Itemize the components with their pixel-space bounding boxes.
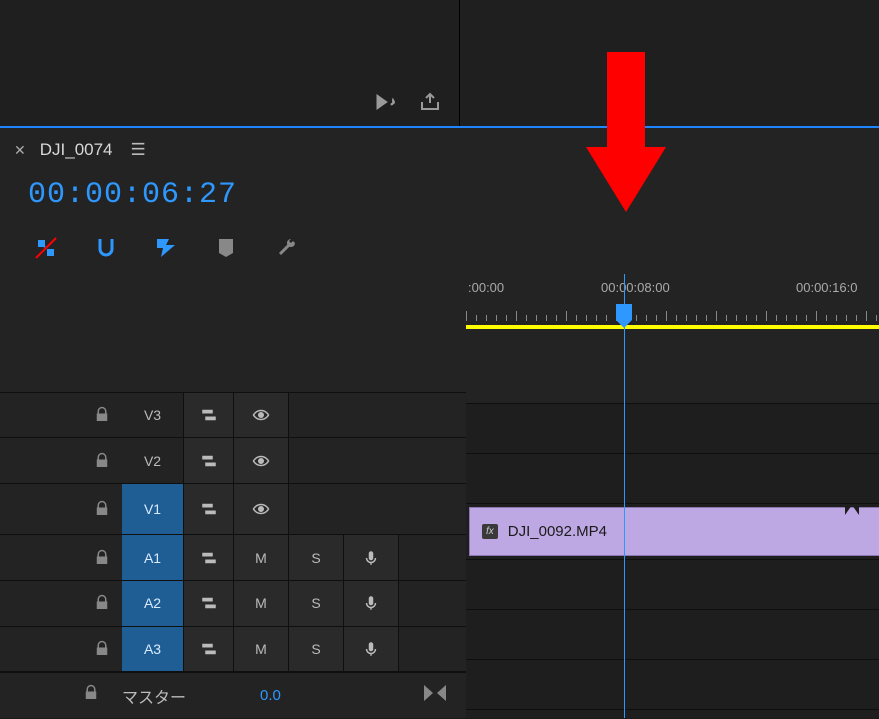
track-a2-lane[interactable] xyxy=(466,610,879,660)
mute-toggle[interactable]: M xyxy=(234,627,289,672)
timeline-header: ✕ DJI_0074 ☰ xyxy=(0,128,879,168)
voiceover-record-icon[interactable] xyxy=(344,627,399,672)
play-pitch-icon[interactable]: ♪ xyxy=(375,92,401,112)
empty-track-space xyxy=(466,331,879,404)
track-output-toggle[interactable] xyxy=(234,438,289,483)
sequence-name[interactable]: DJI_0074 xyxy=(40,140,113,160)
track-v2-lane[interactable] xyxy=(466,454,879,504)
track-header-a2: A2 M S xyxy=(0,581,466,627)
track-header-v3: V3 xyxy=(0,393,466,439)
lock-toggle[interactable] xyxy=(82,581,122,626)
source-patch-toggle[interactable] xyxy=(184,627,234,672)
track-a1-lane[interactable] xyxy=(466,560,879,610)
track-header-v1: V1 xyxy=(0,484,466,535)
track-header-a3: A3 M S xyxy=(0,627,466,673)
lock-toggle[interactable] xyxy=(82,484,122,534)
panel-menu-icon[interactable]: ☰ xyxy=(131,140,146,160)
timecode-area: 00:00:06:27 xyxy=(0,168,879,228)
close-sequence-button[interactable]: ✕ xyxy=(14,142,26,159)
ruler-tick-label: :00:00 xyxy=(468,280,504,295)
solo-toggle[interactable]: S xyxy=(289,535,344,580)
track-headers: V3 V2 V1 xyxy=(0,274,466,718)
svg-text:♪: ♪ xyxy=(390,96,396,108)
master-track-label: マスター xyxy=(122,684,222,708)
track-name[interactable]: A2 xyxy=(122,581,184,626)
lock-toggle[interactable] xyxy=(82,535,122,580)
track-header-a1: A1 M S xyxy=(0,535,466,581)
master-volume-value[interactable]: 0.0 xyxy=(260,687,281,704)
time-ruler[interactable]: :00:00 00:00:08:00 00:00:16:0 xyxy=(466,274,879,331)
lock-toggle[interactable] xyxy=(82,393,122,438)
marker-icon[interactable] xyxy=(214,236,238,260)
lock-toggle[interactable] xyxy=(82,438,122,483)
lock-toggle[interactable] xyxy=(82,684,100,707)
track-a3-lane[interactable] xyxy=(466,660,879,710)
mute-toggle[interactable]: M xyxy=(234,581,289,626)
track-name[interactable]: V1 xyxy=(122,484,184,534)
source-patch-toggle[interactable] xyxy=(184,393,234,438)
lock-toggle[interactable] xyxy=(82,627,122,672)
source-patch-toggle[interactable] xyxy=(184,484,234,534)
fx-badge[interactable]: fx xyxy=(482,524,498,539)
solo-toggle[interactable]: S xyxy=(289,581,344,626)
track-header-v2: V2 xyxy=(0,438,466,484)
snap-icon[interactable] xyxy=(94,236,118,260)
track-master-lane[interactable] xyxy=(466,710,879,718)
source-monitor: ♪ xyxy=(0,0,460,126)
timeline-tools xyxy=(0,228,879,274)
source-patch-toggle[interactable] xyxy=(184,535,234,580)
export-icon[interactable] xyxy=(419,92,441,112)
track-output-toggle[interactable] xyxy=(234,484,289,534)
clip-cut-notch xyxy=(845,508,859,518)
voiceover-record-icon[interactable] xyxy=(344,581,399,626)
solo-toggle[interactable]: S xyxy=(289,627,344,672)
work-area-bar[interactable] xyxy=(466,325,879,329)
track-name[interactable]: V3 xyxy=(122,393,184,438)
nest-sequence-icon[interactable] xyxy=(34,236,58,260)
track-v1-lane[interactable]: fx DJI_0092.MP4 xyxy=(466,504,879,560)
track-output-toggle[interactable] xyxy=(234,393,289,438)
mute-toggle[interactable]: M xyxy=(234,535,289,580)
track-name[interactable]: A1 xyxy=(122,535,184,580)
track-v3-lane[interactable] xyxy=(466,404,879,454)
master-track-header: マスター 0.0 xyxy=(0,672,466,718)
ruler-tick-label: 00:00:08:00 xyxy=(601,280,670,295)
video-clip[interactable]: fx DJI_0092.MP4 xyxy=(469,507,879,556)
voiceover-record-icon[interactable] xyxy=(344,535,399,580)
clip-name: DJI_0092.MP4 xyxy=(508,523,607,540)
playhead-timecode[interactable]: 00:00:06:27 xyxy=(28,178,237,212)
source-patch-toggle[interactable] xyxy=(184,581,234,626)
ruler-tick-label: 00:00:16:0 xyxy=(796,280,857,295)
timeline-canvas[interactable]: :00:00 00:00:08:00 00:00:16:0 fx DJI_009… xyxy=(466,274,879,718)
settings-wrench-icon[interactable] xyxy=(274,236,298,260)
linked-selection-icon[interactable] xyxy=(154,236,178,260)
program-monitor xyxy=(460,0,879,126)
track-name[interactable]: A3 xyxy=(122,627,184,672)
preview-panels: ♪ xyxy=(0,0,879,126)
track-name[interactable]: V2 xyxy=(122,438,184,483)
bowtie-icon[interactable] xyxy=(424,685,446,706)
source-patch-toggle[interactable] xyxy=(184,438,234,483)
